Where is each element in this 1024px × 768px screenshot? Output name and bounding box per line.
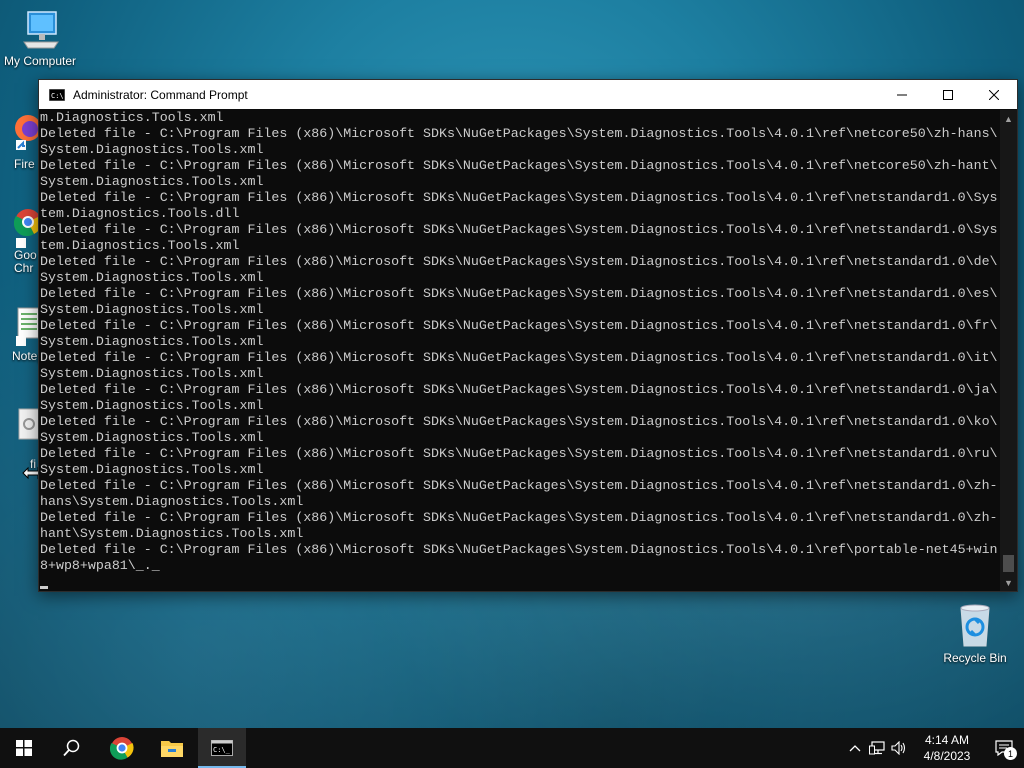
- maximize-button[interactable]: [925, 80, 971, 109]
- network-button[interactable]: [866, 728, 888, 768]
- command-prompt-icon: C:\_: [211, 740, 233, 756]
- console-line: Deleted file - C:\Program Files (x86)\Mi…: [40, 190, 998, 205]
- console-line: Deleted file - C:\Program Files (x86)\Mi…: [40, 542, 998, 557]
- network-icon: [869, 741, 885, 755]
- vertical-scrollbar[interactable]: ▲ ▼: [1000, 110, 1017, 591]
- console-line: System.Diagnostics.Tools.xml: [40, 142, 264, 157]
- console-line: Deleted file - C:\Program Files (x86)\Mi…: [40, 350, 998, 365]
- command-prompt-window[interactable]: C:\ Administrator: Command Prompt m.Diag…: [38, 79, 1018, 592]
- console-line: hans\System.Diagnostics.Tools.xml: [40, 494, 304, 509]
- console-line: 8+wp8+wpa81\_._: [40, 558, 160, 573]
- console-line: hant\System.Diagnostics.Tools.xml: [40, 526, 304, 541]
- console-line: Deleted file - C:\Program Files (x86)\Mi…: [40, 510, 998, 525]
- console-line: System.Diagnostics.Tools.xml: [40, 270, 264, 285]
- scroll-down-icon[interactable]: ▼: [1000, 574, 1017, 591]
- maximize-icon: [943, 89, 953, 100]
- close-icon: [989, 89, 999, 100]
- windows-start-icon: [16, 740, 32, 756]
- console-line: System.Diagnostics.Tools.xml: [40, 334, 264, 349]
- console-line: System.Diagnostics.Tools.xml: [40, 366, 264, 381]
- notification-badge: 1: [1004, 747, 1017, 760]
- console-line: System.Diagnostics.Tools.xml: [40, 430, 264, 445]
- console-line: m.Diagnostics.Tools.xml: [40, 110, 224, 125]
- taskbar-chrome[interactable]: [98, 728, 146, 768]
- console-line: Deleted file - C:\Program Files (x86)\Mi…: [40, 446, 998, 461]
- console-line: System.Diagnostics.Tools.xml: [40, 462, 264, 477]
- minimize-button[interactable]: [879, 80, 925, 109]
- computer-icon: [23, 11, 59, 49]
- console-line: tem.Diagnostics.Tools.dll: [40, 206, 240, 221]
- volume-icon: [891, 741, 906, 755]
- desktop-icon-my-computer[interactable]: My Computer: [0, 8, 80, 68]
- desktop-icon-recycle-bin[interactable]: Recycle Bin: [935, 600, 1015, 665]
- recycle-bin-icon: [960, 604, 990, 647]
- console-line: Deleted file - C:\Program Files (x86)\Mi…: [40, 254, 998, 269]
- taskbar-clock[interactable]: 4:14 AM 4/8/2023: [910, 732, 984, 764]
- console-line: Deleted file - C:\Program Files (x86)\Mi…: [40, 158, 998, 173]
- console-line: Deleted file - C:\Program Files (x86)\Mi…: [40, 286, 998, 301]
- console-line: System.Diagnostics.Tools.xml: [40, 302, 264, 317]
- text-cursor: [40, 586, 48, 589]
- svg-text:C:\_: C:\_: [213, 746, 231, 754]
- minimize-icon: [897, 94, 907, 95]
- console-output[interactable]: m.Diagnostics.Tools.xml Deleted file - C:…: [39, 110, 1000, 591]
- chrome-icon: [110, 737, 134, 760]
- console-line: Deleted file - C:\Program Files (x86)\Mi…: [40, 478, 998, 493]
- command-prompt-icon: C:\: [49, 88, 65, 101]
- start-button[interactable]: [0, 728, 48, 768]
- console-line: Deleted file - C:\Program Files (x86)\Mi…: [40, 222, 998, 237]
- chevron-up-icon: [849, 745, 861, 752]
- console-line: tem.Diagnostics.Tools.xml: [40, 238, 240, 253]
- console-line: System.Diagnostics.Tools.xml: [40, 398, 264, 413]
- console-line: System.Diagnostics.Tools.xml: [40, 174, 264, 189]
- action-center-button[interactable]: 1: [984, 728, 1024, 768]
- taskbar-file-explorer[interactable]: [148, 728, 196, 768]
- scrollbar-thumb[interactable]: [1003, 555, 1014, 572]
- taskbar-command-prompt[interactable]: C:\_: [198, 728, 246, 768]
- search-button[interactable]: [48, 728, 96, 768]
- file-explorer-icon: [161, 741, 183, 757]
- svg-text:C:\: C:\: [51, 92, 64, 100]
- clock-date: 4/8/2023: [923, 749, 971, 763]
- system-tray: 4:14 AM 4/8/2023 1: [844, 728, 1024, 768]
- close-button[interactable]: [971, 80, 1017, 109]
- taskbar: C:\_ 4:14 AM 4/8/2023 1: [0, 728, 1024, 768]
- clock-time: 4:14 AM: [924, 733, 970, 747]
- console-line: Deleted file - C:\Program Files (x86)\Mi…: [40, 126, 998, 141]
- console-line: Deleted file - C:\Program Files (x86)\Mi…: [40, 318, 998, 333]
- volume-button[interactable]: [888, 728, 910, 768]
- show-hidden-icons-button[interactable]: [844, 728, 866, 768]
- search-icon: [63, 739, 80, 757]
- console-line: Deleted file - C:\Program Files (x86)\Mi…: [40, 414, 998, 429]
- scroll-up-icon[interactable]: ▲: [1000, 110, 1017, 127]
- window-title: Administrator: Command Prompt: [73, 87, 248, 102]
- console-line: Deleted file - C:\Program Files (x86)\Mi…: [40, 382, 998, 397]
- title-bar[interactable]: C:\ Administrator: Command Prompt: [39, 80, 1017, 109]
